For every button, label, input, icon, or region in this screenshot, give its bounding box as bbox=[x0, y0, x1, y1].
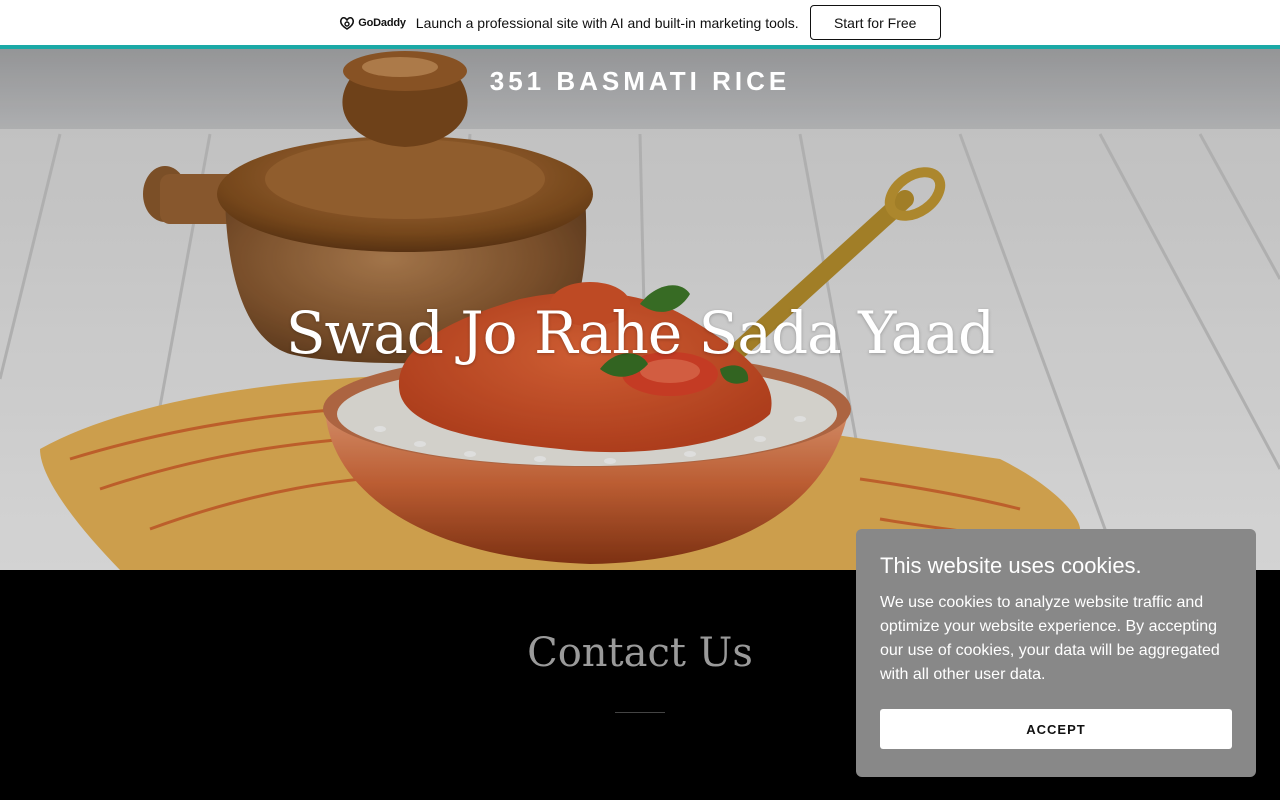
promo-message: Launch a professional site with AI and b… bbox=[415, 14, 799, 31]
godaddy-logo-icon bbox=[340, 16, 355, 30]
hero-section: 351 BASMATI RICE Swad Jo Rahe Sada Yaad bbox=[0, 49, 1280, 570]
hero-tagline: Swad Jo Rahe Sada Yaad bbox=[285, 299, 995, 367]
section-divider bbox=[615, 712, 665, 713]
accept-cookies-button[interactable]: ACCEPT bbox=[880, 709, 1232, 749]
cookie-title: This website uses cookies. bbox=[880, 553, 1142, 578]
site-title[interactable]: 351 BASMATI RICE bbox=[0, 66, 1280, 97]
godaddy-logo[interactable]: GoDaddy bbox=[339, 16, 406, 30]
cookie-message: We use cookies to analyze website traffi… bbox=[880, 594, 1220, 683]
logo-text: GoDaddy bbox=[358, 16, 406, 29]
promo-bar: GoDaddy Launch a professional site with … bbox=[0, 0, 1280, 45]
cookie-banner: This website uses cookies. We use cookie… bbox=[856, 529, 1256, 777]
start-for-free-button[interactable]: Start for Free bbox=[809, 5, 941, 40]
